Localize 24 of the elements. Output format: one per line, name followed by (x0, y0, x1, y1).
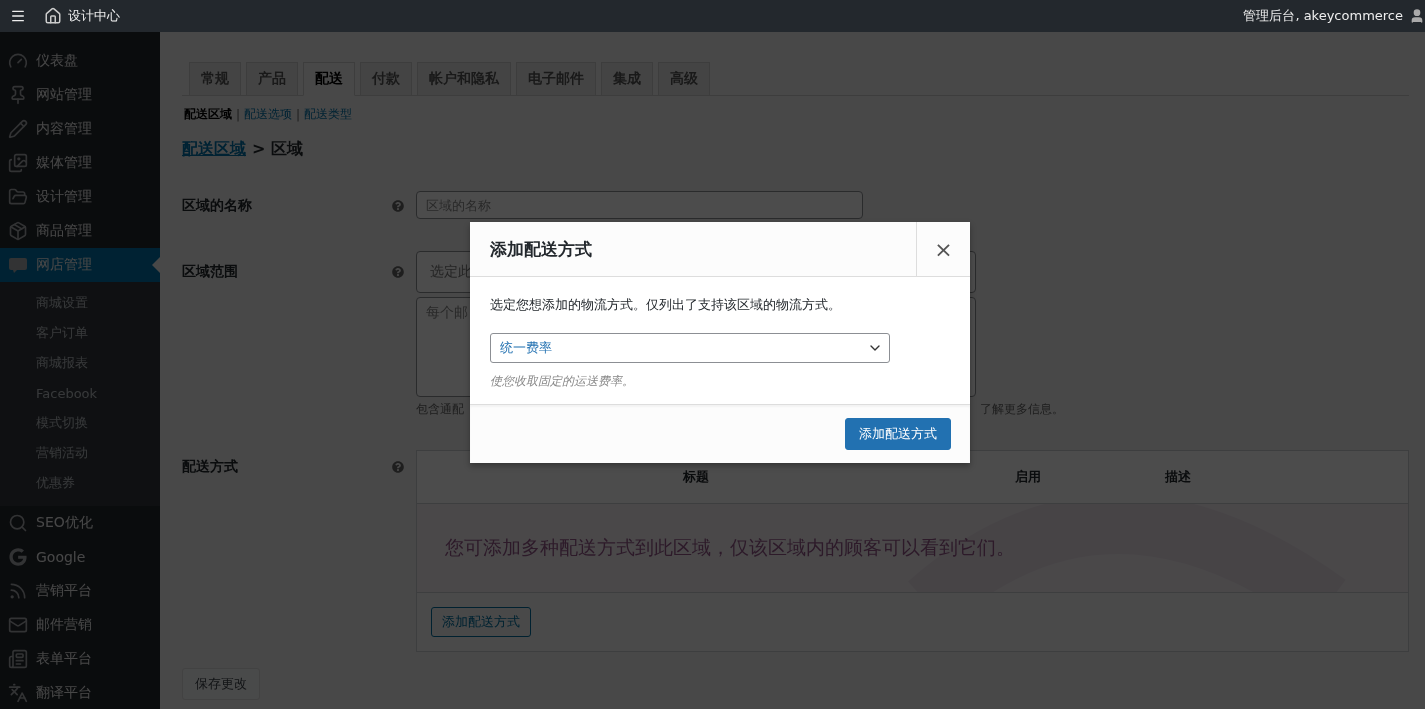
modal-intro: 选定您想添加的物流方式。仅列出了支持该区域的物流方式。 (490, 296, 842, 314)
modal-title: 添加配送方式 (489, 237, 593, 261)
menu-icon[interactable] (10, 8, 26, 24)
add-method-submit-button[interactable]: 添加配送方式 (845, 418, 951, 450)
link-separator: | (296, 107, 301, 122)
account-name[interactable]: 管理后台, akeycommerce (1243, 7, 1403, 25)
link-separator: | (236, 107, 241, 122)
section-link[interactable]: 配送选项 (244, 106, 293, 123)
column-header: 启用 (1014, 468, 1042, 486)
page-heading: > 区域 (252, 139, 303, 160)
site-title[interactable]: 设计中心 (68, 7, 120, 25)
method-description: 使您收取固定的运送费率。 (490, 373, 635, 390)
field-label: 区域的名称 (182, 196, 253, 215)
home-icon[interactable] (44, 7, 62, 25)
field-label: 配送方式 (182, 457, 239, 476)
section-link[interactable]: 配送区域 (184, 106, 232, 123)
method-select[interactable]: 统一费率 (490, 333, 890, 363)
column-header: 描述 (1164, 468, 1192, 486)
close-button[interactable]: × (916, 222, 970, 276)
breadcrumb-link[interactable]: 配送区域 (182, 139, 246, 160)
user-icon[interactable] (1409, 8, 1425, 24)
column-header: 标题 (682, 468, 710, 486)
section-link[interactable]: 配送类型 (304, 106, 353, 123)
field-label: 区域范围 (182, 262, 239, 281)
